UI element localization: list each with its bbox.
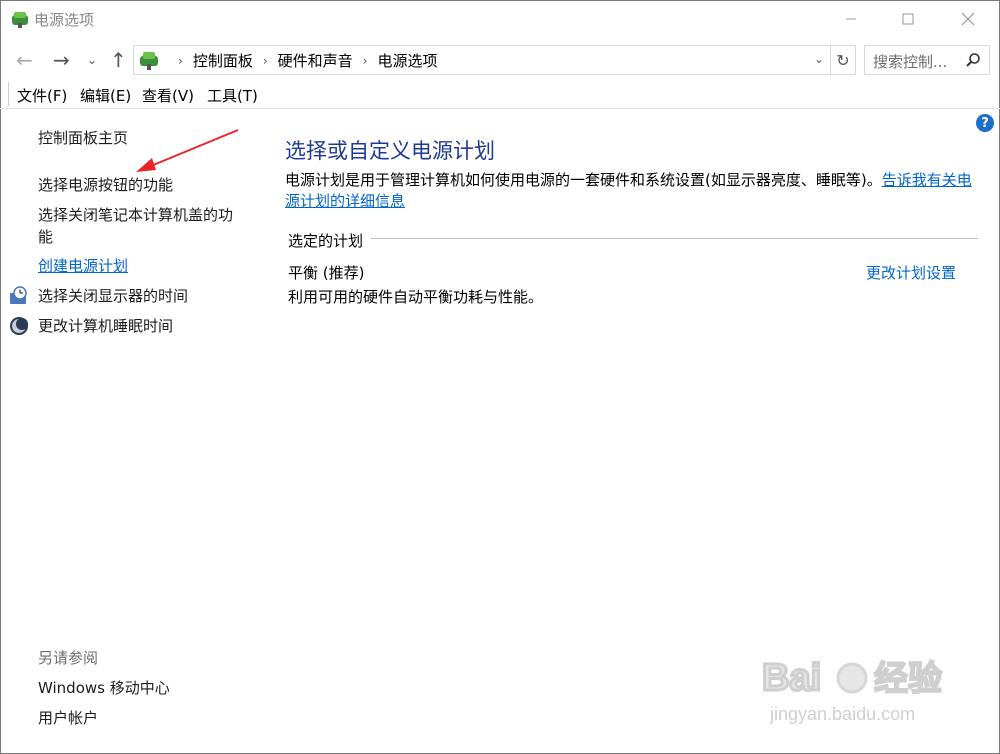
- sidebar-item-display-off[interactable]: 选择关闭显示器的时间: [38, 285, 188, 307]
- annotation-arrow-icon: [136, 129, 239, 172]
- window-frame: [0, 0, 1000, 754]
- address-bar[interactable]: › 控制面板 › 硬件和声音 › 电源选项 ⌄: [133, 45, 831, 75]
- sidebar-home-link[interactable]: 控制面板主页: [38, 127, 128, 149]
- minimize-icon: [846, 18, 856, 20]
- back-arrow-icon[interactable]: ←: [16, 48, 33, 72]
- breadcrumb-item[interactable]: 电源选项: [377, 50, 437, 71]
- selected-plan-heading: 选定的计划: [288, 230, 372, 251]
- search-placeholder: 搜索控制...: [873, 53, 948, 71]
- menu-tools[interactable]: 工具(T): [207, 85, 258, 106]
- plan-description: 利用可用的硬件自动平衡功耗与性能。: [288, 288, 544, 306]
- page-title: 选择或自定义电源计划: [285, 139, 495, 163]
- minimize-button[interactable]: [828, 0, 874, 38]
- up-arrow-icon[interactable]: ↑: [110, 48, 127, 72]
- close-button[interactable]: [945, 0, 991, 38]
- power-options-icon: [140, 52, 158, 70]
- breadcrumb: › 控制面板 › 硬件和声音 › 电源选项: [168, 50, 437, 71]
- page-description: 电源计划是用于管理计算机如何使用电源的一套硬件和系统设置(如显示器亮度、睡眠等)…: [285, 170, 985, 212]
- search-input[interactable]: 搜索控制...: [864, 45, 990, 75]
- address-dropdown-chevron-icon[interactable]: ⌄: [814, 52, 824, 66]
- menu-edit[interactable]: 编辑(E): [80, 85, 131, 106]
- refresh-button[interactable]: ↻: [831, 45, 856, 75]
- breadcrumb-item[interactable]: 控制面板: [193, 50, 253, 71]
- forward-arrow-icon[interactable]: →: [53, 48, 70, 72]
- search-icon[interactable]: [965, 52, 981, 68]
- see-also-mobility-center[interactable]: Windows 移动中心: [38, 677, 170, 699]
- change-plan-settings-link[interactable]: 更改计划设置: [866, 262, 956, 283]
- breadcrumb-separator-icon[interactable]: ›: [363, 54, 368, 68]
- window-title: 电源选项: [34, 11, 95, 29]
- help-icon[interactable]: ?: [976, 114, 994, 132]
- description-text: 电源计划是用于管理计算机如何使用电源的一套硬件和系统设置(如显示器亮度、睡眠等)…: [285, 171, 882, 189]
- sidebar-item-lid-close[interactable]: 选择关闭笔记本计算机盖的功能: [38, 204, 243, 248]
- title-bar: 电源选项: [0, 0, 1000, 38]
- see-also-heading: 另请参阅: [38, 649, 99, 667]
- baidu-jingyan-watermark-logo: Bai 经验 jingyan.baidu.com: [761, 656, 944, 725]
- maximize-button[interactable]: [885, 0, 931, 38]
- sidebar-item-power-button[interactable]: 选择电源按钮的功能: [38, 174, 173, 196]
- maximize-icon: [902, 13, 914, 25]
- svg-text:jingyan.baidu.com: jingyan.baidu.com: [769, 704, 915, 724]
- breadcrumb-separator-icon[interactable]: ›: [178, 54, 183, 68]
- close-icon: [961, 12, 975, 26]
- section-divider: [288, 238, 978, 239]
- breadcrumb-separator-icon[interactable]: ›: [263, 54, 268, 68]
- plan-name: 平衡 (推荐): [288, 264, 365, 282]
- sidebar-item-create-plan[interactable]: 创建电源计划: [38, 255, 128, 277]
- monitor-clock-icon: [10, 286, 27, 304]
- menu-file[interactable]: 文件(F): [17, 85, 67, 106]
- svg-text:经验: 经验: [874, 660, 942, 698]
- menu-view[interactable]: 查看(V): [142, 85, 194, 106]
- moon-icon: [10, 317, 28, 335]
- svg-text:Bai: Bai: [762, 657, 821, 699]
- breadcrumb-item[interactable]: 硬件和声音: [278, 50, 353, 71]
- recent-locations-chevron-icon[interactable]: ⌄: [87, 53, 97, 67]
- see-also-user-accounts[interactable]: 用户帐户: [38, 707, 98, 729]
- sidebar-item-sleep-time[interactable]: 更改计算机睡眠时间: [38, 315, 173, 337]
- menu-bar: 文件(F) 编辑(E) 查看(V) 工具(T): [0, 80, 1000, 109]
- refresh-icon: ↻: [836, 50, 850, 70]
- power-options-icon: [12, 12, 28, 28]
